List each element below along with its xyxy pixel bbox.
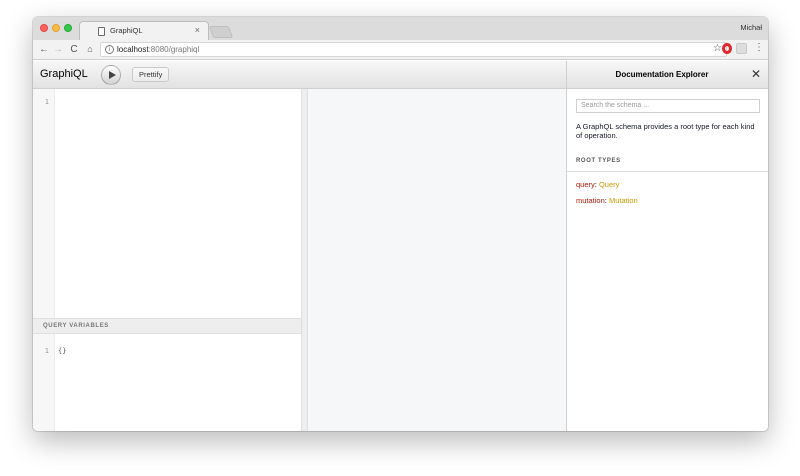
tab-graphiql[interactable]: GraphiQL × (79, 21, 209, 40)
line-number: 1 (44, 98, 49, 106)
result-pane (308, 89, 566, 431)
info-icon[interactable]: i (105, 45, 114, 54)
browser-menu-icon[interactable]: ⋮ (754, 41, 764, 55)
root-field-name: mutation (576, 196, 605, 205)
line-number: 1 (44, 347, 49, 355)
root-type-query: query: Query (576, 180, 620, 189)
schema-search-input[interactable]: Search the schema ... (576, 99, 760, 113)
query-gutter: 1 (33, 89, 55, 318)
maximize-window-button[interactable] (64, 24, 72, 32)
home-icon[interactable]: ⌂ (84, 43, 96, 56)
tab-strip: GraphiQL × Michał (33, 17, 768, 40)
page-icon (98, 27, 105, 36)
graphiql-topbar: GraphiQL Prettify (33, 61, 566, 89)
schema-description: A GraphQL schema provides a root type fo… (576, 122, 755, 140)
graphiql-logo: GraphiQL (40, 68, 88, 80)
root-type-link[interactable]: Mutation (609, 196, 638, 205)
address-bar[interactable]: i localhost:8080/graphiql ☆ (100, 42, 727, 57)
documentation-explorer: Documentation Explorer ✕ Search the sche… (566, 61, 768, 431)
prettify-button[interactable]: Prettify (132, 67, 170, 82)
query-variables-header[interactable]: QUERY VARIABLES (33, 318, 301, 334)
editor-resize-handle[interactable] (301, 89, 308, 431)
tab-close-icon[interactable]: × (195, 25, 200, 35)
url-text: localhost:8080/graphiql (117, 45, 200, 54)
play-icon (109, 71, 116, 79)
execute-query-button[interactable] (101, 65, 121, 85)
root-type-link[interactable]: Query (599, 180, 619, 189)
back-icon[interactable]: ← (38, 43, 50, 56)
variables-editor[interactable]: 1 {} (33, 334, 301, 431)
reload-icon[interactable]: C (68, 43, 80, 56)
root-type-mutation: mutation: Mutation (576, 196, 638, 205)
minimize-window-button[interactable] (52, 24, 60, 32)
profile-name[interactable]: Michał (740, 23, 762, 32)
extension-icon[interactable] (736, 43, 747, 54)
docs-title-bar: Documentation Explorer ✕ (567, 61, 768, 89)
variables-gutter: 1 (33, 334, 55, 431)
bookmark-star-icon[interactable]: ☆ (713, 43, 722, 54)
section-divider (567, 171, 768, 172)
browser-window: GraphiQL × Michał ← → C ⌂ i localhost:80… (33, 17, 768, 431)
new-tab-button[interactable] (208, 26, 234, 38)
opera-extension-icon[interactable] (722, 43, 732, 54)
graphiql-app: GraphiQL Prettify 1 QUERY VARIABLES 1 {}… (33, 61, 768, 431)
root-types-title: ROOT TYPES (576, 158, 621, 164)
close-icon[interactable]: ✕ (751, 67, 761, 81)
root-field-name: query (576, 180, 595, 189)
forward-icon[interactable]: → (52, 43, 64, 56)
close-window-button[interactable] (40, 24, 48, 32)
variables-editor-content[interactable]: {} (58, 347, 66, 355)
query-editor[interactable]: 1 (33, 89, 301, 318)
docs-title: Documentation Explorer (615, 70, 709, 79)
browser-toolbar: ← → C ⌂ i localhost:8080/graphiql ☆ (33, 40, 768, 60)
tab-title: GraphiQL (110, 26, 143, 35)
